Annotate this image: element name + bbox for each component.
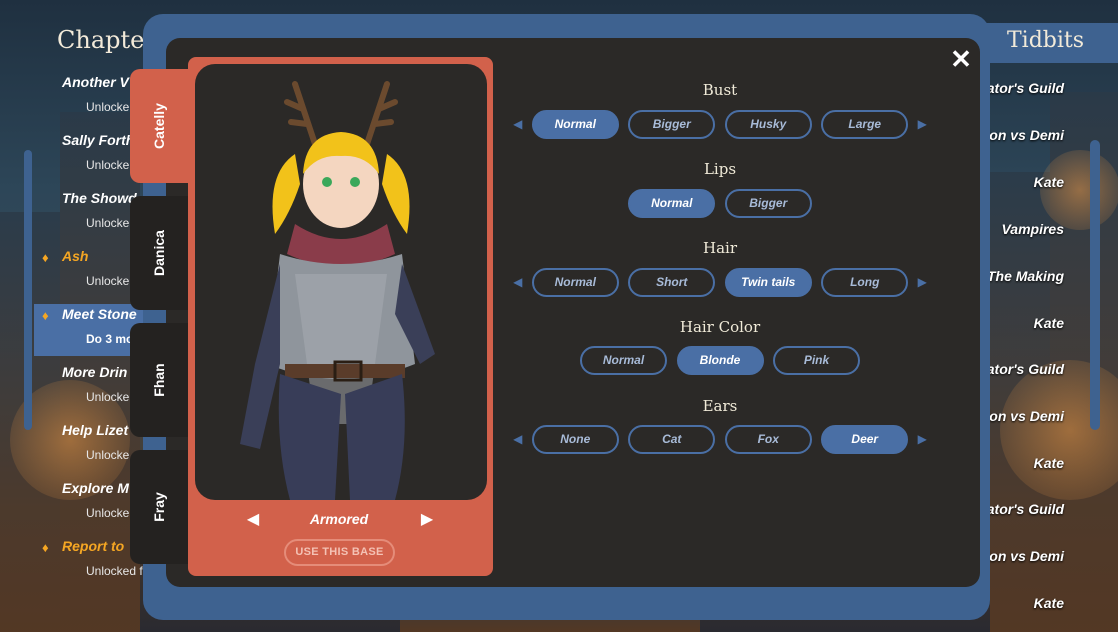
hair-option-short[interactable]: Short: [628, 268, 716, 297]
chapter-title: Ash: [62, 248, 89, 264]
bust-next-arrow-icon[interactable]: ▶: [916, 116, 928, 132]
hair-option-normal[interactable]: Normal: [531, 268, 619, 297]
chapter-title: More Drin: [62, 364, 128, 380]
use-this-base-button[interactable]: USE THIS BASE: [284, 539, 395, 566]
tab-label: Catelly: [151, 103, 167, 149]
hair-option-long[interactable]: Long: [821, 268, 909, 297]
chapter-status: Unlocke: [86, 506, 130, 520]
tidbit-item[interactable]: Vampires: [1001, 221, 1064, 237]
tidbit-item[interactable]: The Making: [987, 268, 1064, 284]
hair-color-option-normal[interactable]: Normal: [580, 346, 667, 375]
hair-title: Hair: [703, 239, 737, 257]
chapter-status: Unlocke: [86, 274, 130, 288]
chapter-item[interactable]: More Drin Unlocke: [0, 362, 150, 414]
ears-prev-arrow-icon[interactable]: ◀: [512, 431, 524, 447]
tidbit-item[interactable]: ator's Guild: [987, 501, 1064, 517]
chapter-item[interactable]: The Showd Unlocke: [0, 188, 150, 240]
chapter-status: Do 3 mo: [86, 332, 134, 346]
ears-option-deer[interactable]: Deer: [821, 425, 909, 454]
tab-danica[interactable]: Danica: [130, 196, 188, 310]
tab-catelly[interactable]: Catelly: [130, 69, 188, 183]
hair-prev-arrow-icon[interactable]: ◀: [512, 274, 524, 290]
character-portrait-image: [240, 81, 435, 500]
bust-option-large[interactable]: Large: [821, 110, 909, 139]
chapter-status: Unlocke: [86, 100, 130, 114]
hair-next-arrow-icon[interactable]: ▶: [916, 274, 928, 290]
close-button[interactable]: ✕: [948, 46, 974, 72]
outfit-prev-button[interactable]: ◀: [246, 510, 260, 530]
bust-option-normal[interactable]: Normal: [531, 110, 619, 139]
chapter-title: Meet Stone: [62, 306, 137, 322]
chapters-heading: Chapter: [57, 26, 156, 54]
chapter-title: Explore M: [62, 480, 129, 496]
tidbits-scrollbar[interactable]: [1090, 140, 1100, 430]
ears-option-cat[interactable]: Cat: [628, 425, 716, 454]
chapter-title: Help Lizet: [62, 422, 129, 438]
ears-option-fox[interactable]: Fox: [724, 425, 812, 454]
outfit-next-button[interactable]: ▶: [420, 510, 434, 530]
chapter-status: Unlocke: [86, 158, 130, 172]
lips-option-normal[interactable]: Normal: [628, 189, 716, 218]
marker-diamond-icon: ♦: [42, 540, 49, 555]
ears-title: Ears: [702, 397, 738, 415]
chapter-title: The Showd: [62, 190, 137, 206]
tab-label: Danica: [151, 230, 167, 276]
chapter-item[interactable]: ♦ Ash Unlocke: [0, 246, 150, 298]
chapter-title: Another V: [62, 74, 129, 90]
outfit-name: Armored: [309, 511, 369, 527]
chapter-status: Unlocked f: [86, 564, 143, 578]
ears-option-none[interactable]: None: [531, 425, 619, 454]
marker-diamond-icon: ♦: [42, 308, 49, 323]
tidbit-item[interactable]: lon vs Demi: [985, 127, 1064, 143]
tidbit-item[interactable]: lon vs Demi: [985, 408, 1064, 424]
tab-label: Fray: [151, 492, 167, 522]
chapter-item[interactable]: ♦ Report to Unlocked f: [0, 536, 150, 588]
bust-option-bigger[interactable]: Bigger: [628, 110, 716, 139]
tab-fhan[interactable]: Fhan: [130, 323, 188, 437]
ears-next-arrow-icon[interactable]: ▶: [916, 431, 928, 447]
hair-color-option-pink[interactable]: Pink: [773, 346, 860, 375]
bust-option-husky[interactable]: Husky: [724, 110, 812, 139]
tidbit-item[interactable]: Kate: [1034, 595, 1064, 611]
tab-label: Fhan: [151, 363, 167, 397]
chapter-status: Unlocke: [86, 216, 130, 230]
tidbits-heading: Tidbits: [1007, 28, 1085, 53]
chapter-item[interactable]: Sally Forth Unlocke: [0, 130, 150, 182]
marker-diamond-icon: ♦: [42, 250, 49, 265]
character-portrait: [195, 64, 487, 500]
lips-option-bigger[interactable]: Bigger: [724, 189, 812, 218]
chapter-title: Report to: [62, 538, 125, 554]
chapter-item[interactable]: Help Lizet Unlocke: [0, 420, 150, 472]
lips-title: Lips: [703, 160, 737, 178]
bust-title: Bust: [702, 81, 738, 99]
tidbit-item[interactable]: ator's Guild: [987, 361, 1064, 377]
chapter-item[interactable]: Another V Unlocke: [0, 72, 150, 124]
chapter-status: Unlocke: [86, 448, 130, 462]
tab-fray[interactable]: Fray: [130, 450, 188, 564]
tidbit-item[interactable]: Kate: [1034, 315, 1064, 331]
tidbit-item[interactable]: ator's Guild: [987, 80, 1064, 96]
bust-prev-arrow-icon[interactable]: ◀: [512, 116, 524, 132]
hair-option-twin-tails[interactable]: Twin tails: [724, 268, 812, 297]
chapter-status: Unlocke: [86, 390, 130, 404]
tidbit-item[interactable]: Kate: [1034, 455, 1064, 471]
tidbit-item[interactable]: Kate: [1034, 174, 1064, 190]
hair-color-title: Hair Color: [679, 318, 761, 336]
hair-color-option-blonde[interactable]: Blonde: [676, 346, 764, 375]
chapter-item[interactable]: Explore M Unlocke: [0, 478, 150, 530]
tidbit-item[interactable]: lon vs Demi: [985, 548, 1064, 564]
chapter-title: Sally Forth: [62, 132, 135, 148]
